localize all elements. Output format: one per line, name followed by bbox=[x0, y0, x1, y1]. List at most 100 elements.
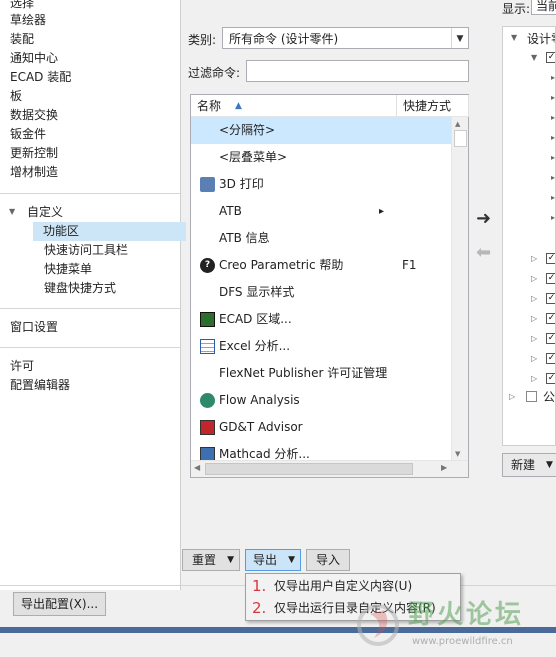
nav-item-notification[interactable]: 通知中心 bbox=[10, 49, 58, 68]
nav-item-customize[interactable]: 自定义 bbox=[27, 203, 63, 222]
command-shortcut: F1 bbox=[402, 258, 417, 272]
expand-right-icon[interactable]: ▷ bbox=[531, 314, 537, 323]
expand-right-icon[interactable]: ▸ bbox=[551, 193, 555, 202]
import-button[interactable]: 导入 bbox=[306, 549, 350, 571]
nav-item-window-settings[interactable]: 窗口设置 bbox=[10, 318, 58, 337]
chevron-down-icon: ▼ bbox=[546, 460, 553, 470]
command-row[interactable]: ECAD 区域... bbox=[191, 306, 453, 333]
nav-item-sketcher[interactable]: 草绘器 bbox=[10, 11, 46, 30]
category-value: 所有命令 (设计零件) bbox=[229, 32, 339, 46]
expand-right-icon[interactable]: ▷ bbox=[509, 392, 515, 401]
remove-arrow-icon[interactable]: ⬅ bbox=[476, 242, 491, 263]
column-name-label: 名称 bbox=[197, 99, 222, 113]
command-row[interactable]: GD&T Advisor bbox=[191, 414, 453, 441]
column-header-name[interactable]: 名称 ▲ bbox=[191, 95, 397, 117]
scroll-thumb[interactable] bbox=[454, 130, 467, 147]
tree-checkbox[interactable]: ✓ bbox=[546, 273, 555, 284]
tree-checkbox[interactable]: ✓ bbox=[546, 253, 555, 264]
expand-right-icon[interactable]: ▸ bbox=[551, 133, 555, 142]
command-row[interactable]: Excel 分析... bbox=[191, 333, 453, 360]
command-label: FlexNet Publisher 许可证管理 bbox=[219, 366, 388, 380]
nav-item-update-control[interactable]: 更新控制 bbox=[10, 144, 58, 163]
flow-icon bbox=[200, 393, 215, 408]
submenu-arrow-icon: ▸ bbox=[379, 206, 385, 217]
hscroll-thumb[interactable] bbox=[205, 463, 413, 475]
tree-checkbox[interactable]: ✓ bbox=[546, 313, 555, 324]
tree-checkbox[interactable] bbox=[526, 391, 537, 402]
gdt-icon bbox=[200, 420, 215, 435]
command-row[interactable]: 3D 打印 bbox=[191, 171, 453, 198]
command-row[interactable]: ? Creo Parametric 帮助 F1 bbox=[191, 252, 453, 279]
command-list[interactable]: 名称 ▲ 快捷方式 <分隔符> <层叠菜单> 3D 打印 ATB ▸ ATB 信息? Cre… bbox=[190, 94, 469, 478]
command-label: Flow Analysis bbox=[219, 393, 300, 407]
nav-item-ecad-assembly[interactable]: ECAD 装配 bbox=[10, 68, 71, 87]
command-row[interactable]: ATB ▸ bbox=[191, 198, 453, 225]
expand-right-icon[interactable]: ▷ bbox=[531, 354, 537, 363]
column-header-shortcut[interactable]: 快捷方式 bbox=[397, 95, 469, 117]
command-row[interactable]: DFS 显示样式 bbox=[191, 279, 453, 306]
expand-down-icon[interactable]: ▼ bbox=[9, 207, 15, 216]
scroll-up-icon[interactable]: ▲ bbox=[455, 120, 460, 128]
nav-item-board[interactable]: 板 bbox=[10, 87, 22, 106]
nav-item-assembly[interactable]: 装配 bbox=[10, 30, 34, 49]
nav-item-shortcut-menu[interactable]: 快捷菜单 bbox=[44, 260, 92, 279]
expand-right-icon[interactable]: ▷ bbox=[531, 374, 537, 383]
expand-down-icon[interactable]: ▼ bbox=[531, 53, 537, 62]
horizontal-scrollbar[interactable]: ◀ ▶ bbox=[191, 460, 468, 477]
command-label: ECAD 区域... bbox=[219, 312, 292, 326]
expand-right-icon[interactable]: ▷ bbox=[531, 254, 537, 263]
sort-ascending-icon: ▲ bbox=[235, 101, 242, 111]
expand-right-icon[interactable]: ▷ bbox=[531, 294, 537, 303]
command-row[interactable]: ATB 信息 bbox=[191, 225, 453, 252]
nav-item-ribbon[interactable]: 功能区 bbox=[33, 222, 186, 241]
command-label: ATB bbox=[219, 204, 242, 218]
scroll-down-icon[interactable]: ▼ bbox=[455, 450, 460, 458]
command-label: <层叠菜单> bbox=[219, 150, 288, 164]
expand-right-icon[interactable]: ▸ bbox=[551, 73, 555, 82]
reset-button[interactable]: 重置 ▼ bbox=[182, 549, 240, 571]
expand-right-icon[interactable]: ▷ bbox=[531, 274, 537, 283]
export-button[interactable]: 导出 ▼ bbox=[245, 549, 301, 571]
expand-right-icon[interactable]: ▸ bbox=[551, 173, 555, 182]
tree-checkbox[interactable]: ✓ bbox=[546, 333, 555, 344]
export-config-button[interactable]: 导出配置(X)... bbox=[13, 592, 106, 616]
scroll-left-icon[interactable]: ◀ bbox=[194, 463, 200, 472]
category-dropdown[interactable]: 所有命令 (设计零件) ▼ bbox=[222, 27, 469, 49]
nav-item-license[interactable]: 许可 bbox=[10, 357, 34, 376]
export-label: 导出 bbox=[253, 553, 278, 567]
new-dropdown[interactable]: 新建 ▼ bbox=[502, 453, 556, 477]
nav-item-quick-access[interactable]: 快速访问工具栏 bbox=[44, 241, 128, 260]
printer-icon bbox=[200, 177, 215, 192]
expand-right-icon[interactable]: ▷ bbox=[531, 334, 537, 343]
nav-item-keyboard[interactable]: 键盘快捷方式 bbox=[44, 279, 116, 298]
tree-checkbox[interactable]: ✓ bbox=[546, 293, 555, 304]
nav-item-config-editor[interactable]: 配置编辑器 bbox=[10, 376, 70, 395]
display-dropdown[interactable]: 当前 bbox=[531, 0, 556, 15]
nav-item-additive[interactable]: 增材制造 bbox=[10, 163, 58, 182]
scroll-right-icon[interactable]: ▶ bbox=[441, 463, 447, 472]
expand-right-icon[interactable]: ▸ bbox=[551, 213, 555, 222]
expand-right-icon[interactable]: ▸ bbox=[551, 93, 555, 102]
chevron-down-icon: ▼ bbox=[451, 28, 468, 48]
add-arrow-icon[interactable]: ➜ bbox=[476, 208, 491, 229]
tree-root-label: 设计零 bbox=[527, 32, 555, 46]
ribbon-tree[interactable]: ▼ 设计零 ▼ ✓ ▸ ▸ ▸ ▸ ▸ ▸ ▸ ▸ ▷ ✓ ▷ ✓ ▷ ✓ ▷ ✓ ▷ ✓ ▷ ✓ ▷ ✓ ▷ 公 bbox=[502, 26, 556, 446]
tree-checkbox[interactable]: ✓ bbox=[546, 353, 555, 364]
vertical-scrollbar[interactable]: ▲ ▼ bbox=[451, 117, 468, 461]
command-row[interactable]: FlexNet Publisher 许可证管理 bbox=[191, 360, 453, 387]
tree-checkbox[interactable]: ✓ bbox=[546, 52, 555, 63]
expand-right-icon[interactable]: ▸ bbox=[551, 153, 555, 162]
expand-down-icon[interactable]: ▼ bbox=[511, 33, 517, 42]
command-row[interactable]: <分隔符> bbox=[191, 117, 453, 144]
watermark-url: www.proewildfire.cn bbox=[412, 636, 513, 647]
nav-item-sheetmetal[interactable]: 钣金件 bbox=[10, 125, 46, 144]
nav-item-data-exchange[interactable]: 数据交换 bbox=[10, 106, 58, 125]
tree-checkbox[interactable]: ✓ bbox=[546, 373, 555, 384]
command-row[interactable]: Flow Analysis bbox=[191, 387, 453, 414]
filter-input[interactable] bbox=[246, 60, 469, 82]
expand-right-icon[interactable]: ▸ bbox=[551, 113, 555, 122]
reset-label: 重置 bbox=[192, 553, 217, 567]
ecad-icon bbox=[200, 312, 215, 327]
command-label: 3D 打印 bbox=[219, 177, 264, 191]
command-row[interactable]: <层叠菜单> bbox=[191, 144, 453, 171]
